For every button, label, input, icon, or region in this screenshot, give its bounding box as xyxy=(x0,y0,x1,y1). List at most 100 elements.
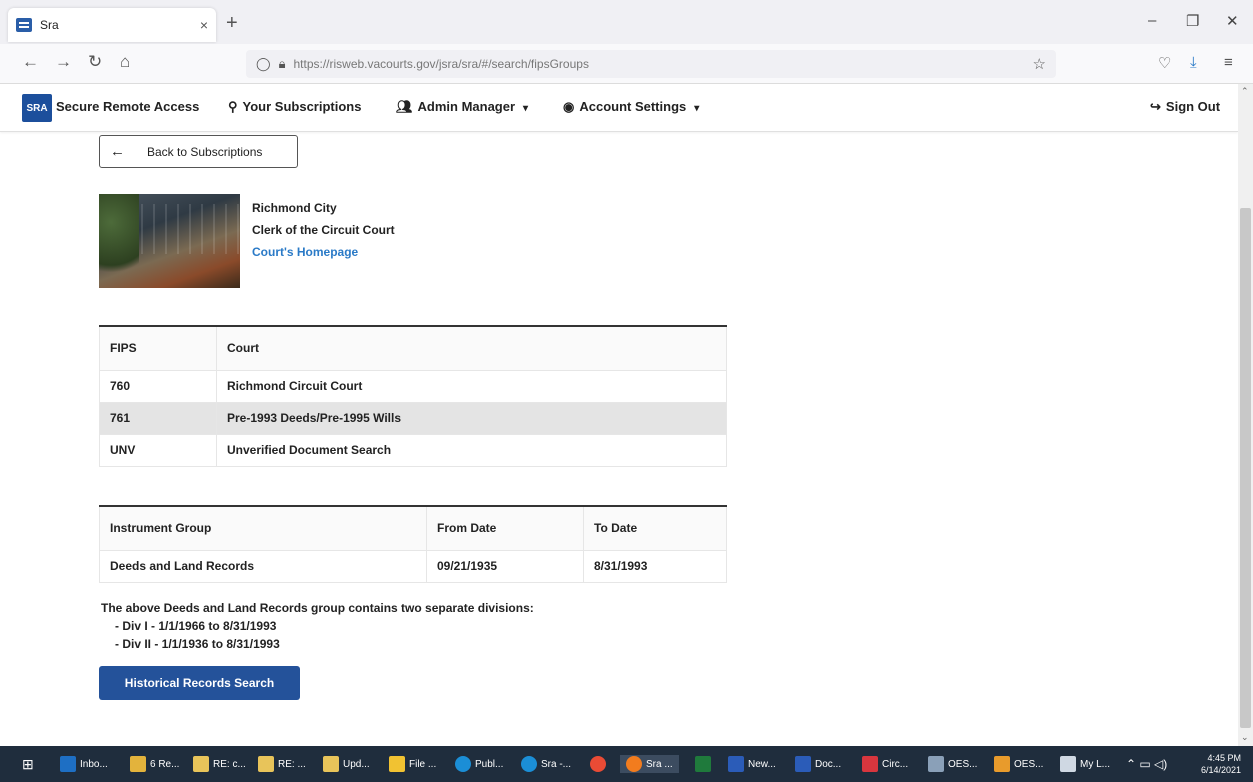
column-header-to-date: To Date xyxy=(583,506,727,551)
taskbar-item[interactable]: OES... xyxy=(994,755,1043,773)
divisions-note: The above Deeds and Land Records group c… xyxy=(101,599,534,653)
mail-icon xyxy=(323,756,339,772)
note-div1: - Div I - 1/1/1966 to 8/31/1993 xyxy=(115,619,277,633)
url-text[interactable]: https://risweb.vacourts.gov/jsra/sra/#/s… xyxy=(293,57,1032,71)
sign-out-label: Sign Out xyxy=(1165,99,1221,114)
minimize-button[interactable]: – xyxy=(1148,12,1156,29)
nav-account-settings[interactable]: ◉ Account Settings ▾ xyxy=(563,99,699,115)
historical-records-search-button[interactable]: Historical Records Search xyxy=(99,666,300,700)
sra-favicon-icon xyxy=(16,18,32,32)
fips-cell[interactable]: 761 xyxy=(99,402,217,435)
new-tab-button[interactable]: + xyxy=(226,12,238,35)
taskbar-item[interactable]: RE: c... xyxy=(193,755,246,773)
back-to-subscriptions-button[interactable]: ← Back to Subscriptions xyxy=(99,135,298,168)
taskbar-item[interactable]: My L... xyxy=(1060,755,1110,773)
fips-cell[interactable]: UNV xyxy=(99,434,217,467)
taskbar-item[interactable]: File ... xyxy=(389,755,436,773)
brand-link[interactable]: Secure Remote Access xyxy=(56,99,199,114)
url-bar[interactable]: ◯ 🔒︎ https://risweb.vacourts.gov/jsra/sr… xyxy=(246,50,1056,78)
outlook-icon xyxy=(60,756,76,772)
nav-subscriptions-label: Your Subscriptions xyxy=(242,99,362,114)
back-button-label: Back to Subscriptions xyxy=(147,144,263,159)
table-row[interactable]: 761 Pre-1993 Deeds/Pre-1995 Wills xyxy=(99,402,727,435)
home-icon[interactable]: ⌂ xyxy=(120,52,130,72)
ie-icon xyxy=(455,756,471,772)
court-info: Richmond City Clerk of the Circuit Court… xyxy=(252,197,395,263)
to-date-cell: 8/31/1993 xyxy=(583,550,727,583)
sra-logo: SRA xyxy=(22,94,52,122)
scroll-thumb[interactable] xyxy=(1240,208,1251,728)
table-header-row: Instrument Group From Date To Date xyxy=(99,506,727,551)
column-header-fips: FIPS xyxy=(99,326,217,371)
app-icon xyxy=(994,756,1010,772)
close-window-button[interactable]: ✕ xyxy=(1226,12,1239,30)
back-arrow-icon[interactable]: ← xyxy=(22,52,39,72)
mail-icon xyxy=(258,756,274,772)
page-scrollbar[interactable]: ⌃ ⌄ xyxy=(1238,84,1253,746)
taskbar-item-active[interactable]: Sra ... xyxy=(620,755,679,773)
restore-button[interactable]: ❐ xyxy=(1186,12,1199,30)
instrument-group-cell[interactable]: Deeds and Land Records xyxy=(99,550,427,583)
court-cell[interactable]: Richmond Circuit Court xyxy=(216,370,727,403)
fips-cell[interactable]: 760 xyxy=(99,370,217,403)
word-icon xyxy=(728,756,744,772)
mail-icon xyxy=(193,756,209,772)
system-tray-icons[interactable]: ⌃ ▭ ◁) xyxy=(1126,755,1167,773)
sign-out-icon: ↪ xyxy=(1150,99,1161,114)
left-arrow-icon: ← xyxy=(110,143,125,160)
fips-table: FIPS Court 760 Richmond Circuit Court 76… xyxy=(99,325,727,467)
nav-admin-label: Admin Manager xyxy=(417,99,516,114)
table-row[interactable]: Deeds and Land Records 09/21/1935 8/31/1… xyxy=(99,550,727,583)
pdf-icon xyxy=(862,756,878,772)
tab-close-icon[interactable]: × xyxy=(200,17,208,33)
people-icon xyxy=(130,756,146,772)
user-circle-icon: ◉ xyxy=(563,99,575,114)
court-homepage-link[interactable]: Court's Homepage xyxy=(252,241,395,263)
reload-icon[interactable]: ↻ xyxy=(88,52,102,72)
excel-icon xyxy=(695,756,711,772)
taskbar-item[interactable]: Inbo... xyxy=(60,755,108,773)
folder-icon xyxy=(389,756,405,772)
browser-tab[interactable]: Sra × xyxy=(8,8,216,42)
taskbar-item[interactable]: Sra -... xyxy=(521,755,571,773)
court-cell[interactable]: Pre-1993 Deeds/Pre-1995 Wills xyxy=(216,402,727,435)
taskbar-item[interactable]: OES... xyxy=(928,755,977,773)
table-row[interactable]: 760 Richmond Circuit Court xyxy=(99,370,727,403)
table-header-row: FIPS Court xyxy=(99,326,727,371)
taskbar-item[interactable] xyxy=(695,755,715,773)
taskbar-item[interactable] xyxy=(590,755,610,773)
taskbar-item[interactable]: RE: ... xyxy=(258,755,306,773)
taskbar-item[interactable]: Doc... xyxy=(795,755,841,773)
taskbar-item[interactable]: Publ... xyxy=(455,755,503,773)
nav-admin-manager[interactable]: 👥︎ Admin Manager ▾ xyxy=(396,99,528,115)
taskbar-item[interactable]: New... xyxy=(728,755,776,773)
chrome-icon xyxy=(590,756,606,772)
photos-icon xyxy=(1060,756,1076,772)
court-cell[interactable]: Unverified Document Search xyxy=(216,434,727,467)
sign-out-link[interactable]: ↪ Sign Out xyxy=(1150,99,1220,115)
windows-start-icon[interactable]: ⊞ xyxy=(22,755,34,773)
court-office: Clerk of the Circuit Court xyxy=(252,223,395,237)
nav-account-label: Account Settings xyxy=(579,99,687,114)
taskbar-item[interactable]: Upd... xyxy=(323,755,370,773)
table-row[interactable]: UNV Unverified Document Search xyxy=(99,434,727,467)
browser-nav-bar: ← → ↻ ⌂ ◯ 🔒︎ https://risweb.vacourts.gov… xyxy=(0,44,1253,84)
windows-taskbar: ⊞ Inbo... 6 Re... RE: c... RE: ... Upd..… xyxy=(0,746,1253,782)
taskbar-item[interactable]: 6 Re... xyxy=(130,755,179,773)
nav-subscriptions[interactable]: ⚲ Your Subscriptions xyxy=(228,99,361,115)
download-icon[interactable]: ⤓ xyxy=(1190,54,1197,71)
scroll-up-icon[interactable]: ⌃ xyxy=(1241,86,1249,97)
menu-icon[interactable]: ≡ xyxy=(1224,54,1233,71)
word-icon xyxy=(795,756,811,772)
pocket-icon[interactable]: ♡ xyxy=(1158,54,1171,72)
ie-icon xyxy=(521,756,537,772)
clock[interactable]: 4:45 PM 6/14/2021 xyxy=(1201,752,1241,776)
forward-arrow-icon[interactable]: → xyxy=(55,52,72,72)
scroll-down-icon[interactable]: ⌄ xyxy=(1241,732,1249,743)
app-icon xyxy=(928,756,944,772)
courthouse-photo xyxy=(99,194,240,288)
instrument-group-table: Instrument Group From Date To Date Deeds… xyxy=(99,505,727,583)
bookmark-star-icon[interactable]: ☆ xyxy=(1033,55,1046,73)
note-div2: - Div II - 1/1/1936 to 8/31/1993 xyxy=(115,637,280,651)
taskbar-item[interactable]: Circ... xyxy=(862,755,908,773)
